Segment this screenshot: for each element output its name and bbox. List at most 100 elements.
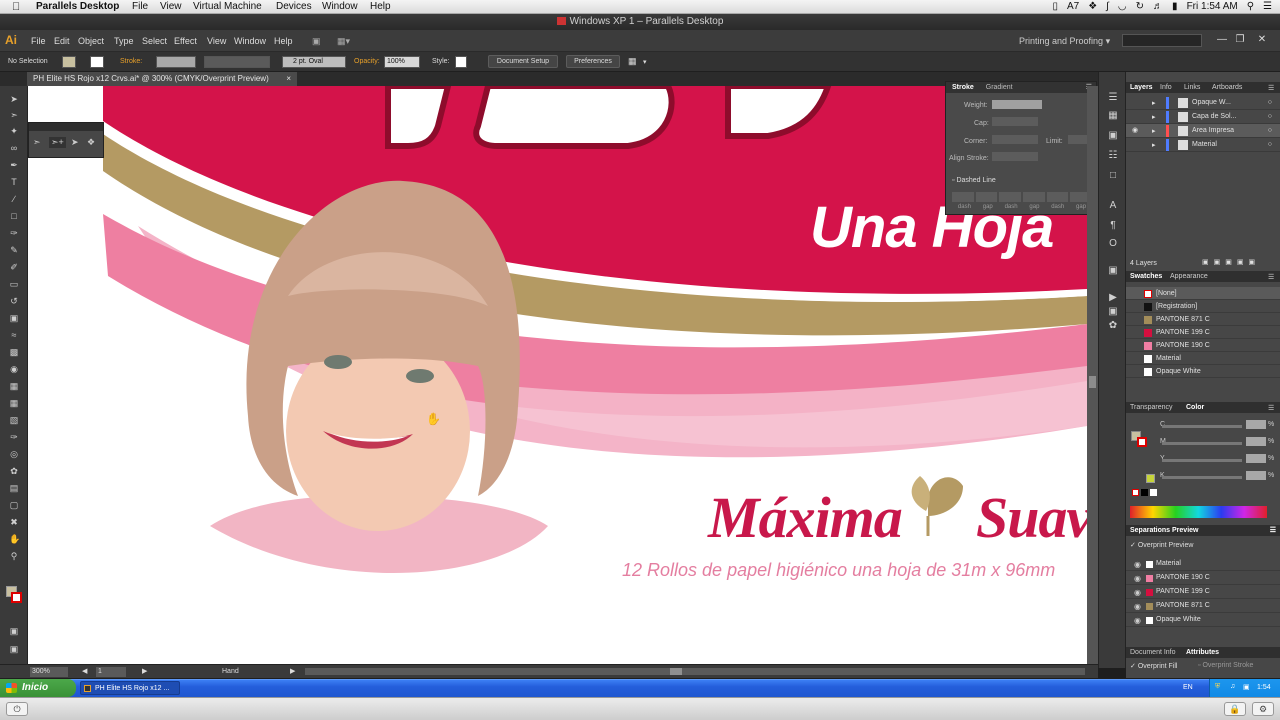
paragraph-icon[interactable]: ¶: [1107, 220, 1119, 232]
swatch-row[interactable]: Opaque White: [1126, 365, 1280, 378]
color-guide-icon[interactable]: ▦: [1107, 110, 1119, 122]
tab-document-info[interactable]: Document Info: [1130, 647, 1176, 658]
screen-mode-icon[interactable]: ▣: [9, 644, 19, 654]
direct-selection-tool-icon[interactable]: ➣: [9, 110, 19, 120]
ai-menu-select[interactable]: Select: [142, 36, 167, 46]
layer-target-icon[interactable]: ○: [1268, 113, 1272, 120]
swatch-row[interactable]: PANTONE 199 C: [1126, 326, 1280, 339]
layer-expand-icon[interactable]: ▸: [1152, 141, 1156, 149]
channel-c-input[interactable]: [1246, 420, 1266, 429]
character-icon[interactable]: A: [1107, 200, 1119, 212]
layer-row[interactable]: ▸ Material ○: [1126, 138, 1280, 152]
zoom-tool-icon[interactable]: ⚲: [9, 551, 19, 561]
tab-gradient[interactable]: Gradient: [986, 84, 1013, 91]
tab-info[interactable]: Info: [1160, 84, 1172, 91]
separation-eye-icon[interactable]: ◉: [1134, 588, 1141, 597]
network-tray-icon[interactable]: ▣: [1243, 683, 1250, 691]
layer-expand-icon[interactable]: ▸: [1152, 127, 1156, 135]
variable-width-select[interactable]: [204, 56, 270, 68]
opentype-icon[interactable]: O: [1107, 238, 1119, 250]
preferences-button[interactable]: Preferences: [566, 55, 620, 68]
bridge-icon[interactable]: ▣: [312, 36, 321, 47]
canvas-vertical-scrollbar[interactable]: [1087, 86, 1098, 664]
separation-row[interactable]: ◉ Opaque White: [1126, 613, 1280, 627]
security-shield-icon[interactable]: ⛨: [1215, 683, 1220, 691]
layer-target-icon[interactable]: ○: [1268, 99, 1272, 106]
swatch-row[interactable]: PANTONE 190 C: [1126, 339, 1280, 352]
shape-builder-tool-icon[interactable]: ◉: [9, 364, 19, 374]
adobe-tray-icon[interactable]: A7: [1067, 1, 1079, 12]
taskbar-item-illustrator[interactable]: PH Elite HS Rojo x12 ...: [80, 681, 180, 695]
corner-buttons[interactable]: [992, 135, 1038, 144]
layer-name[interactable]: Capa de Sol...: [1192, 113, 1236, 120]
separations-menu-icon[interactable]: ☰: [1270, 525, 1276, 536]
lasso-tool-icon[interactable]: ∞: [9, 143, 19, 153]
blend-tool-icon[interactable]: ◎: [9, 449, 19, 459]
language-indicator[interactable]: EN: [1183, 684, 1193, 691]
notification-icon[interactable]: ☰: [1263, 1, 1272, 12]
black-color-chip[interactable]: [1141, 489, 1148, 496]
arrange-icon[interactable]: ▦: [628, 56, 637, 67]
direct-selection-sub-icon[interactable]: ➣: [33, 137, 41, 148]
wifi-icon[interactable]: ◡: [1118, 1, 1127, 12]
channel-c-slider[interactable]: [1162, 425, 1242, 428]
artboard-number-select[interactable]: 1: [96, 667, 126, 677]
stroke-weight-input[interactable]: [156, 56, 196, 68]
rectangle-tool-icon[interactable]: □: [9, 211, 19, 221]
close-window-button[interactable]: ✕: [1254, 33, 1270, 47]
tab-appearance[interactable]: Appearance: [1170, 273, 1208, 280]
workspace-switcher[interactable]: Printing and Proofing ▾: [1019, 36, 1110, 47]
gap-field-2[interactable]: [1023, 192, 1045, 202]
tab-stroke[interactable]: Stroke: [952, 84, 974, 91]
swatches-panel-menu-icon[interactable]: ☰: [1268, 273, 1274, 281]
layers-panel-menu-icon[interactable]: ☰: [1268, 84, 1274, 92]
cap-buttons[interactable]: [992, 117, 1038, 126]
symbol-sprayer-tool-icon[interactable]: ✿: [9, 466, 19, 476]
layers-footer-buttons[interactable]: ▣▣▣▣▣: [1202, 258, 1260, 266]
draw-mode-icon[interactable]: ▣: [9, 626, 19, 636]
layer-row[interactable]: ▸ Capa de Sol... ○: [1126, 110, 1280, 124]
separation-eye-icon[interactable]: ◉: [1134, 560, 1141, 569]
lock-icon[interactable]: 🔒: [1224, 702, 1246, 716]
symbols-icon[interactable]: ▣: [1107, 306, 1119, 318]
artboard-next-icon[interactable]: ▶: [142, 667, 147, 675]
type-tool-icon[interactable]: T: [9, 177, 19, 187]
none-color-chip[interactable]: [1132, 489, 1139, 496]
tab-links[interactable]: Links: [1184, 84, 1200, 91]
artboard-canvas[interactable]: Una Hoja Máxima Suav 12 Rollos de papel …: [28, 86, 1087, 664]
ai-menu-effect[interactable]: Effect: [174, 36, 197, 46]
separation-row[interactable]: ◉ PANTONE 190 C: [1126, 571, 1280, 585]
control-menu-icon[interactable]: ▾: [643, 58, 647, 66]
swatches-icon[interactable]: ▣: [1107, 130, 1119, 142]
dash-field-2[interactable]: [999, 192, 1022, 202]
scale-tool-icon[interactable]: ▣: [9, 313, 19, 323]
separation-eye-icon[interactable]: ◉: [1134, 616, 1141, 625]
layer-name[interactable]: Material: [1192, 141, 1217, 148]
arrange-documents-icon[interactable]: ▦▾: [337, 36, 350, 47]
channel-m-slider[interactable]: [1162, 442, 1242, 445]
layer-target-icon[interactable]: ○: [1268, 141, 1272, 148]
document-setup-button[interactable]: Document Setup: [488, 55, 558, 68]
swatch-row[interactable]: Material: [1126, 352, 1280, 365]
pencil-tool-icon[interactable]: ✎: [9, 245, 19, 255]
align-stroke-buttons[interactable]: [992, 152, 1038, 161]
brush-definition-select[interactable]: 2 pt. Oval: [282, 56, 346, 68]
ai-menu-object[interactable]: Object: [78, 36, 104, 46]
layer-row-selected[interactable]: ◉ ▸ Area Impresa ○: [1126, 124, 1280, 138]
separation-eye-icon[interactable]: ◉: [1134, 574, 1141, 583]
paintbrush-tool-icon[interactable]: ✑: [9, 228, 19, 238]
layer-name[interactable]: Opaque W...: [1192, 99, 1231, 106]
line-tool-icon[interactable]: ∕: [9, 194, 19, 204]
column-graph-tool-icon[interactable]: ▤: [9, 483, 19, 493]
canvas-horizontal-scrollbar[interactable]: [305, 668, 1085, 675]
perspective-grid-tool-icon[interactable]: ▦: [9, 381, 19, 391]
menu-file[interactable]: File: [132, 1, 148, 12]
menu-devices[interactable]: Devices: [276, 1, 312, 12]
layer-visibility-eye-icon[interactable]: ◉: [1132, 126, 1138, 134]
ai-menu-view[interactable]: View: [207, 36, 226, 46]
menu-app[interactable]: Parallels Desktop: [36, 1, 119, 12]
mesh-tool-icon[interactable]: ▦: [9, 398, 19, 408]
menu-virtual-machine[interactable]: Virtual Machine: [193, 1, 262, 12]
align-icon[interactable]: ☷: [1107, 150, 1119, 162]
battery-icon[interactable]: ▮: [1172, 1, 1178, 12]
